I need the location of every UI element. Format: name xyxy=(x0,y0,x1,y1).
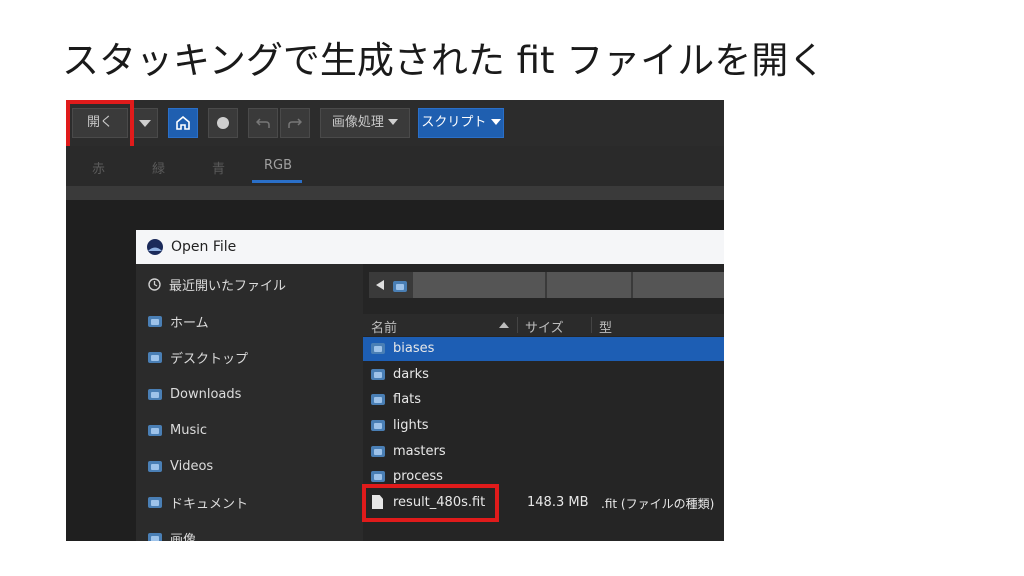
sidebar-item-videos[interactable]: Videos xyxy=(148,456,213,476)
home-button[interactable] xyxy=(168,108,198,138)
file-row-flats[interactable]: flats xyxy=(363,388,724,412)
sidebar-item-label: ドキュメント xyxy=(170,496,249,512)
image-processing-label: 画像処理 xyxy=(331,115,384,130)
path-bar xyxy=(369,272,724,298)
image-area-border xyxy=(66,186,724,200)
slide-title: スタッキングで生成された fit ファイルを開く xyxy=(62,39,826,82)
file-name: biases xyxy=(393,341,435,356)
dialog-title: Open File xyxy=(171,239,237,255)
home-folder-icon xyxy=(393,281,407,292)
file-name: process xyxy=(393,469,443,484)
chevron-down-icon xyxy=(490,119,501,125)
sidebar-item-label: ホーム xyxy=(170,315,209,331)
file-name: flats xyxy=(393,392,422,407)
videos-folder-icon xyxy=(148,460,162,472)
clock-icon xyxy=(148,277,161,291)
file-row-masters[interactable]: masters xyxy=(363,440,724,464)
column-divider xyxy=(517,317,518,333)
circle-icon xyxy=(217,117,229,129)
app-logo-icon xyxy=(147,239,163,255)
sidebar-item-home[interactable]: ホーム xyxy=(148,311,209,331)
folder-icon xyxy=(371,369,385,380)
column-size-header[interactable]: サイズ xyxy=(525,317,564,336)
file-row-darks[interactable]: darks xyxy=(363,363,724,387)
file-row-lights[interactable]: lights xyxy=(363,414,724,438)
tab-blue[interactable]: 青 xyxy=(212,158,225,177)
home-icon xyxy=(176,115,190,130)
file-name: lights xyxy=(393,418,429,433)
documents-folder-icon xyxy=(148,496,162,508)
column-type-header[interactable]: 型 xyxy=(599,317,612,336)
sidebar-item-label: デスクトップ xyxy=(170,351,249,367)
undo-button[interactable] xyxy=(248,108,278,138)
sidebar-item-label: 画像 xyxy=(170,532,197,542)
tab-red[interactable]: 赤 xyxy=(92,158,105,177)
record-button[interactable] xyxy=(208,108,238,138)
path-root-button[interactable] xyxy=(393,277,407,296)
column-divider xyxy=(591,317,592,333)
places-sidebar: 最近開いたファイル ホーム デスクトップ Downloads Music Vid… xyxy=(136,264,362,541)
home-folder-icon xyxy=(148,315,162,327)
redo-button[interactable] xyxy=(280,108,310,138)
dialog-titlebar: Open File xyxy=(136,230,724,264)
file-row-biases[interactable]: biases xyxy=(363,337,724,361)
path-segment[interactable] xyxy=(413,272,545,298)
music-folder-icon xyxy=(148,424,162,436)
tab-green[interactable]: 緑 xyxy=(152,158,165,177)
sidebar-item-documents[interactable]: ドキュメント xyxy=(148,492,248,512)
file-name: masters xyxy=(393,444,446,459)
channel-tabs: 赤 緑 青 RGB xyxy=(66,146,724,186)
desktop-folder-icon xyxy=(148,351,162,363)
app-screenshot: 開く 画像処理 スクリプト 赤 緑 青 RGB Open File 最近開いたフ… xyxy=(66,100,724,541)
open-dropdown-button[interactable] xyxy=(132,108,158,138)
sidebar-item-label: Downloads xyxy=(170,386,242,402)
file-size: 148.3 MB xyxy=(527,495,589,510)
sort-ascending-icon xyxy=(499,322,509,328)
toolbar: 開く 画像処理 スクリプト xyxy=(66,100,724,146)
sidebar-item-music[interactable]: Music xyxy=(148,420,207,440)
sidebar-item-label: 最近開いたファイル xyxy=(169,278,287,294)
column-headers: 名前 サイズ 型 xyxy=(363,314,724,336)
result-file-highlight xyxy=(362,484,499,522)
sidebar-item-downloads[interactable]: Downloads xyxy=(148,384,241,404)
pictures-folder-icon xyxy=(148,532,162,541)
column-name-header[interactable]: 名前 xyxy=(371,317,397,336)
downloads-folder-icon xyxy=(148,388,162,400)
script-label: スクリプト xyxy=(421,115,487,130)
folder-icon xyxy=(371,471,385,482)
chevron-left-icon xyxy=(376,280,384,290)
file-name: darks xyxy=(393,367,429,382)
sidebar-item-label: Videos xyxy=(170,458,214,474)
file-type: .fit (ファイルの種類) xyxy=(601,497,715,511)
tab-rgb[interactable]: RGB xyxy=(264,158,292,173)
folder-icon xyxy=(371,420,385,431)
image-processing-menu[interactable]: 画像処理 xyxy=(320,108,410,138)
active-tab-indicator xyxy=(252,180,302,183)
path-segment[interactable] xyxy=(633,272,724,298)
folder-icon xyxy=(371,446,385,457)
folder-icon xyxy=(371,394,385,405)
script-menu[interactable]: スクリプト xyxy=(418,108,504,138)
sidebar-item-recent[interactable]: 最近開いたファイル xyxy=(148,274,286,294)
folder-icon xyxy=(371,343,385,354)
chevron-down-icon xyxy=(139,120,151,127)
chevron-down-icon xyxy=(388,119,399,125)
undo-icon xyxy=(255,118,270,128)
sidebar-item-desktop[interactable]: デスクトップ xyxy=(148,347,248,367)
sidebar-item-label: Music xyxy=(170,422,207,438)
path-segment[interactable] xyxy=(547,272,631,298)
sidebar-item-pictures[interactable]: 画像 xyxy=(148,528,196,541)
redo-icon xyxy=(288,118,303,128)
path-back-button[interactable] xyxy=(369,272,391,298)
